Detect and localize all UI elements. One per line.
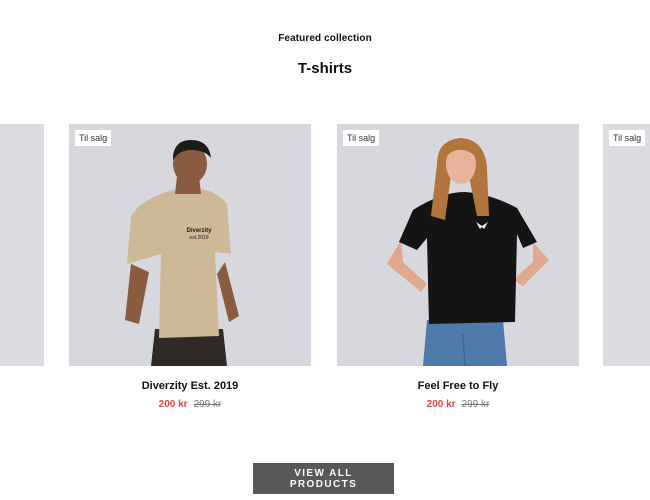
- sale-price: 200 kr: [426, 399, 456, 410]
- product-card-partial-right[interactable]: Til salg: [603, 124, 650, 366]
- featured-collection-eyebrow: Featured collection: [278, 33, 372, 44]
- compare-at-price: 299 kr: [461, 399, 490, 410]
- sale-badge: Til salg: [609, 130, 646, 146]
- compare-at-price: 299 kr: [193, 399, 222, 410]
- shirt-print-line-1: Diverzity: [186, 228, 212, 234]
- product-image: [0, 124, 44, 366]
- product-title-diverzity[interactable]: Diverzity Est. 2019: [69, 380, 311, 392]
- product-price-feel-free: 200 kr 299 kr: [337, 399, 579, 410]
- collection-title: T-shirts: [297, 60, 353, 77]
- product-card-feel-free[interactable]: Til salg: [337, 124, 579, 366]
- product-image-feel-free: [337, 124, 579, 366]
- view-all-products-button[interactable]: VIEW ALL PRODUCTS: [253, 463, 394, 494]
- product-card-partial-left[interactable]: [0, 124, 44, 366]
- product-image-diverzity: [69, 124, 311, 366]
- sale-badge: Til salg: [75, 130, 112, 146]
- sale-badge: Til salg: [343, 130, 380, 146]
- sale-price: 200 kr: [158, 399, 188, 410]
- bird-logo-icon: [476, 220, 488, 230]
- product-title-feel-free[interactable]: Feel Free to Fly: [337, 380, 579, 392]
- shirt-print-line-2: est.2019: [189, 235, 209, 241]
- product-price-diverzity: 200 kr 299 kr: [69, 399, 311, 410]
- product-card-diverzity[interactable]: Diverzity est.2019 Til salg: [69, 124, 311, 366]
- product-image: [603, 124, 650, 366]
